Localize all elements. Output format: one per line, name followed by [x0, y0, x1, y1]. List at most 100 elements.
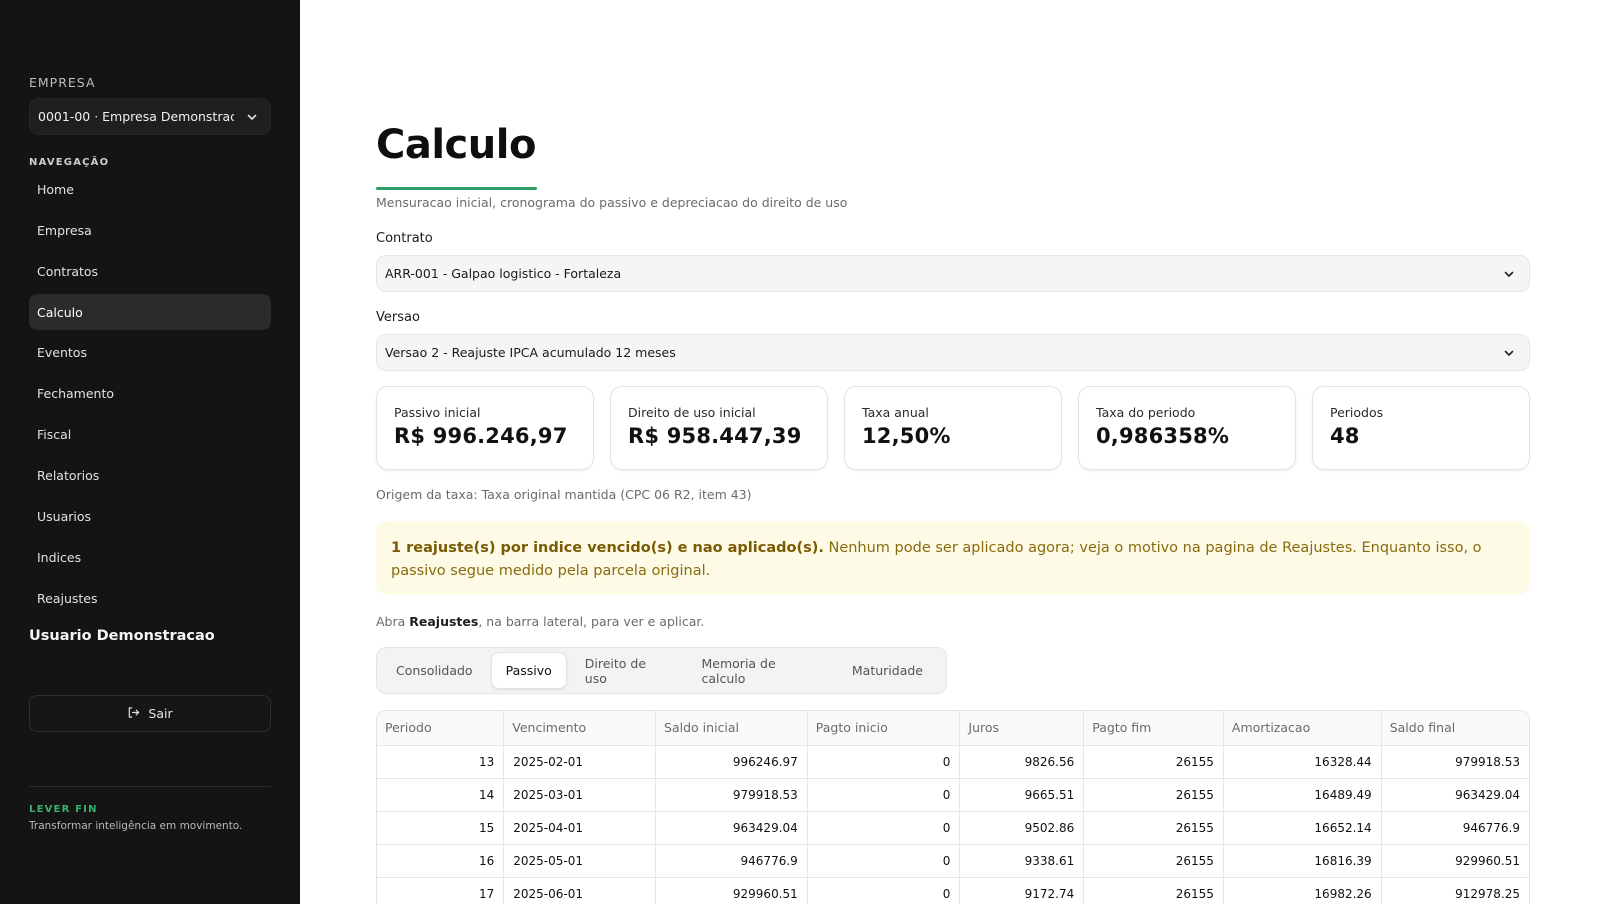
- company-select[interactable]: 0001-00 · Empresa Demonstracao: [29, 98, 271, 135]
- card-taxa-anual: Taxa anual 12,50%: [844, 386, 1062, 470]
- sidebar-item-eventos[interactable]: Eventos: [29, 334, 271, 370]
- cell-juros: 9338.61: [959, 844, 1085, 878]
- nav-label: NAVEGAÇÃO: [29, 157, 110, 168]
- sidebar-item-calculo[interactable]: Calculo: [29, 294, 271, 330]
- sidebar-item-usuarios[interactable]: Usuarios: [29, 498, 271, 534]
- card-label: Taxa do periodo: [1096, 405, 1196, 420]
- reajuste-alert: 1 reajuste(s) por indice vencido(s) e na…: [376, 521, 1530, 595]
- cell-saldo-final: 912978.25: [1381, 877, 1529, 904]
- cell-periodo: 13: [377, 745, 505, 779]
- company-label: EMPRESA: [29, 75, 96, 90]
- sidebar-divider: [29, 786, 271, 787]
- card-taxa-periodo: Taxa do periodo 0,986358%: [1078, 386, 1296, 470]
- passivo-table: Periodo Vencimento Saldo inicial Pagto i…: [376, 710, 1530, 904]
- cell-saldo-inicial: 929960.51: [655, 877, 808, 904]
- card-label: Passivo inicial: [394, 405, 481, 420]
- card-direito-uso-inicial: Direito de uso inicial R$ 958.447,39: [610, 386, 828, 470]
- summary-cards: Passivo inicial R$ 996.246,97 Direito de…: [376, 386, 1530, 470]
- card-value: R$ 996.246,97: [394, 424, 568, 448]
- cell-periodo: 14: [377, 778, 505, 812]
- cell-juros: 9172.74: [959, 877, 1085, 904]
- sidebar-item-indices[interactable]: Indices: [29, 539, 271, 575]
- cell-pagto-inicio: 0: [807, 778, 961, 812]
- table-row: 17 2025-06-01 929960.51 0 9172.74 26155 …: [377, 877, 1529, 904]
- col-header-juros[interactable]: Juros: [959, 711, 1085, 746]
- card-value: 0,986358%: [1096, 424, 1230, 448]
- col-header-saldo-inicial[interactable]: Saldo inicial: [655, 711, 808, 746]
- card-label: Periodos: [1330, 405, 1384, 420]
- cell-saldo-final: 946776.9: [1381, 811, 1529, 845]
- col-header-vencimento[interactable]: Vencimento: [503, 711, 657, 746]
- table-header-row: Periodo Vencimento Saldo inicial Pagto i…: [377, 711, 1529, 746]
- cell-saldo-inicial: 963429.04: [655, 811, 808, 845]
- cell-vencimento: 2025-05-01: [503, 844, 657, 878]
- cell-pagto-inicio: 0: [807, 745, 961, 779]
- card-value: 12,50%: [862, 424, 951, 448]
- table-row: 13 2025-02-01 996246.97 0 9826.56 26155 …: [377, 745, 1529, 779]
- cell-periodo: 16: [377, 844, 505, 878]
- sidebar: EMPRESA 0001-00 · Empresa Demonstracao N…: [0, 0, 300, 904]
- tab-direito-de-uso[interactable]: Direito de uso: [571, 652, 684, 689]
- table-row: 16 2025-05-01 946776.9 0 9338.61 26155 1…: [377, 844, 1529, 878]
- cell-vencimento: 2025-06-01: [503, 877, 657, 904]
- cell-juros: 9502.86: [959, 811, 1085, 845]
- cell-amortizacao: 16982.26: [1223, 877, 1382, 904]
- cell-amortizacao: 16328.44: [1223, 745, 1382, 779]
- card-label: Taxa anual: [862, 405, 929, 420]
- tab-passivo[interactable]: Passivo: [490, 652, 567, 689]
- cell-pagto-fim: 26155: [1083, 811, 1224, 845]
- brand-name: LEVER FIN: [29, 804, 98, 815]
- tab-consolidado[interactable]: Consolidado: [382, 652, 487, 689]
- sidebar-item-empresa[interactable]: Empresa: [29, 212, 271, 248]
- card-periodos: Periodos 48: [1312, 386, 1530, 470]
- logout-icon: [127, 706, 140, 722]
- page-subtitle: Mensuracao inicial, cronograma do passiv…: [376, 195, 848, 210]
- hint-after: , na barra lateral, para ver e aplicar.: [478, 614, 705, 629]
- cell-amortizacao: 16816.39: [1223, 844, 1382, 878]
- table-row: 14 2025-03-01 979918.53 0 9665.51 26155 …: [377, 778, 1529, 812]
- cell-pagto-inicio: 0: [807, 811, 961, 845]
- version-label: Versao: [376, 310, 420, 325]
- card-value: R$ 958.447,39: [628, 424, 802, 448]
- col-header-pagto-inicio[interactable]: Pagto inicio: [807, 711, 961, 746]
- cell-vencimento: 2025-03-01: [503, 778, 657, 812]
- tab-memoria-de-calculo[interactable]: Memoria de calculo: [688, 652, 834, 689]
- user-name: Usuario Demonstracao: [29, 628, 215, 644]
- sidebar-item-home[interactable]: Home: [29, 171, 271, 207]
- sidebar-item-relatorios[interactable]: Relatorios: [29, 457, 271, 493]
- company-select-value: 0001-00 · Empresa Demonstracao: [38, 109, 234, 124]
- contract-select[interactable]: ARR-001 - Galpao logistico - Fortaleza: [376, 255, 1530, 292]
- version-select-value: Versao 2 - Reajuste IPCA acumulado 12 me…: [385, 345, 676, 360]
- cell-saldo-final: 979918.53: [1381, 745, 1529, 779]
- col-header-pagto-fim[interactable]: Pagto fim: [1083, 711, 1224, 746]
- reajuste-hint: Abra Reajustes, na barra lateral, para v…: [376, 614, 704, 629]
- logout-button[interactable]: Sair: [29, 695, 271, 732]
- cell-saldo-final: 963429.04: [1381, 778, 1529, 812]
- sidebar-item-fiscal[interactable]: Fiscal: [29, 416, 271, 452]
- card-passivo-inicial: Passivo inicial R$ 996.246,97: [376, 386, 594, 470]
- rate-origin-text: Origem da taxa: Taxa original mantida (C…: [376, 487, 752, 502]
- brand-tagline: Transformar inteligência em movimento.: [29, 820, 243, 832]
- sidebar-item-contratos[interactable]: Contratos: [29, 253, 271, 289]
- cell-periodo: 17: [377, 877, 505, 904]
- chevron-down-icon: [1501, 345, 1517, 361]
- col-header-saldo-final[interactable]: Saldo final: [1381, 711, 1529, 746]
- hint-before: Abra: [376, 614, 410, 629]
- sidebar-item-reajustes[interactable]: Reajustes: [29, 580, 271, 616]
- cell-pagto-fim: 26155: [1083, 877, 1224, 904]
- page-title: Calculo: [376, 122, 536, 168]
- col-header-periodo[interactable]: Periodo: [377, 711, 505, 746]
- cell-pagto-fim: 26155: [1083, 778, 1224, 812]
- version-select[interactable]: Versao 2 - Reajuste IPCA acumulado 12 me…: [376, 334, 1530, 371]
- col-header-amortizacao[interactable]: Amortizacao: [1223, 711, 1382, 746]
- cell-juros: 9826.56: [959, 745, 1085, 779]
- logout-label: Sair: [148, 706, 173, 721]
- hint-link-reajustes: Reajustes: [409, 614, 479, 629]
- sidebar-item-fechamento[interactable]: Fechamento: [29, 375, 271, 411]
- title-underline: [376, 187, 537, 190]
- cell-pagto-fim: 26155: [1083, 844, 1224, 878]
- tab-maturidade[interactable]: Maturidade: [838, 652, 937, 689]
- chevron-down-icon: [1501, 266, 1517, 282]
- cell-periodo: 15: [377, 811, 505, 845]
- cell-amortizacao: 16489.49: [1223, 778, 1382, 812]
